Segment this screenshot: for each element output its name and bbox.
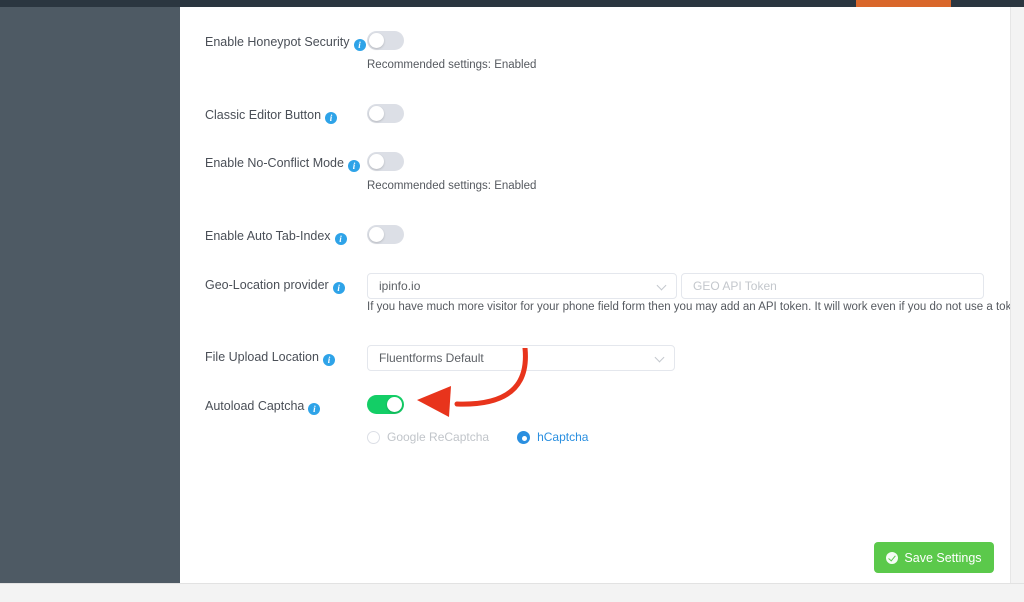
fluentforms-global-settings-screen: Enable Honeypot Security i Recommended se… [0, 0, 1024, 602]
toggle-knob [369, 33, 384, 48]
setting-control-no-conflict-mode [367, 152, 404, 171]
setting-label-geo-location-provider: Geo-Location provider i [205, 277, 370, 294]
geo-location-provider-select[interactable]: ipinfo.io [367, 273, 677, 299]
settings-content-panel: Enable Honeypot Security i Recommended se… [180, 7, 1024, 583]
geo-provider-select-wrap: ipinfo.io [367, 273, 677, 299]
setting-label-classic-editor-button: Classic Editor Button i [205, 107, 370, 124]
geo-api-token-wrap [681, 273, 984, 299]
admin-sidebar[interactable] [0, 0, 180, 583]
radio-label-hcaptcha: hCaptcha [537, 430, 589, 444]
setting-label-no-conflict-mode: Enable No-Conflict Mode i [205, 155, 370, 172]
file-upload-location-select[interactable]: Fluentforms Default [367, 345, 675, 371]
toggle-no-conflict-mode[interactable] [367, 152, 404, 171]
toggle-knob [369, 106, 384, 121]
radio-google-recaptcha[interactable]: Google ReCaptcha [367, 430, 489, 444]
setting-hint-geo-location-provider: If you have much more visitor for your p… [367, 301, 1024, 313]
toggle-auto-tab-index[interactable] [367, 225, 404, 244]
radio-dot-icon [367, 430, 380, 444]
page-bottom-gutter [0, 583, 1024, 602]
setting-label-file-upload-location: File Upload Location i [205, 349, 370, 366]
chevron-down-icon [656, 354, 665, 363]
top-bar-accent-segment [856, 0, 951, 7]
setting-label-text: Geo-Location provider [205, 278, 329, 292]
setting-label-auto-tab-index: Enable Auto Tab-Index i [205, 228, 370, 245]
setting-label-text: File Upload Location [205, 350, 319, 364]
setting-label-honeypot-security: Enable Honeypot Security i [205, 34, 370, 51]
info-icon[interactable]: i [353, 39, 366, 51]
toggle-knob [369, 227, 384, 242]
toggle-autoload-captcha[interactable] [367, 395, 404, 414]
setting-control-honeypot-security [367, 31, 404, 50]
info-icon[interactable]: i [347, 160, 360, 172]
toggle-knob [387, 397, 402, 412]
setting-control-autoload-captcha [367, 395, 404, 414]
radio-label-google-recaptcha: Google ReCaptcha [387, 430, 490, 444]
info-icon[interactable]: i [325, 112, 338, 124]
setting-label-text: Autoload Captcha [205, 399, 305, 413]
page-right-gutter [1010, 0, 1024, 602]
toggle-knob [369, 154, 384, 169]
setting-label-text: Classic Editor Button [205, 108, 322, 122]
info-icon[interactable]: i [332, 282, 345, 294]
setting-hint-honeypot-security: Recommended settings: Enabled [367, 59, 537, 71]
toggle-classic-editor-button[interactable] [367, 104, 404, 123]
setting-label-text: Enable Auto Tab-Index [205, 229, 331, 243]
save-settings-label: Save Settings [904, 550, 982, 565]
info-icon[interactable]: i [308, 403, 321, 415]
radio-dot-icon [517, 430, 531, 444]
setting-label-text: Enable Honeypot Security [205, 35, 350, 49]
setting-hint-no-conflict-mode: Recommended settings: Enabled [367, 180, 537, 192]
setting-label-autoload-captcha: Autoload Captcha i [205, 398, 370, 415]
setting-control-classic-editor-button [367, 104, 404, 123]
chevron-down-icon [658, 282, 667, 291]
setting-label-text: Enable No-Conflict Mode [205, 156, 344, 170]
radio-hcaptcha[interactable]: hCaptcha [517, 430, 588, 444]
setting-control-auto-tab-index [367, 225, 404, 244]
geo-api-token-input[interactable] [681, 273, 984, 299]
file-upload-location-value: Fluentforms Default [379, 351, 484, 365]
captcha-provider-radio-group: Google ReCaptcha hCaptcha [367, 430, 616, 444]
save-settings-button[interactable]: Save Settings [874, 542, 994, 573]
info-icon[interactable]: i [334, 233, 347, 245]
info-icon[interactable]: i [322, 354, 335, 366]
file-upload-select-wrap: Fluentforms Default [367, 345, 675, 371]
admin-top-bar [0, 0, 1024, 7]
check-circle-icon [886, 551, 899, 564]
geo-location-provider-value: ipinfo.io [379, 279, 421, 293]
toggle-honeypot-security[interactable] [367, 31, 404, 50]
